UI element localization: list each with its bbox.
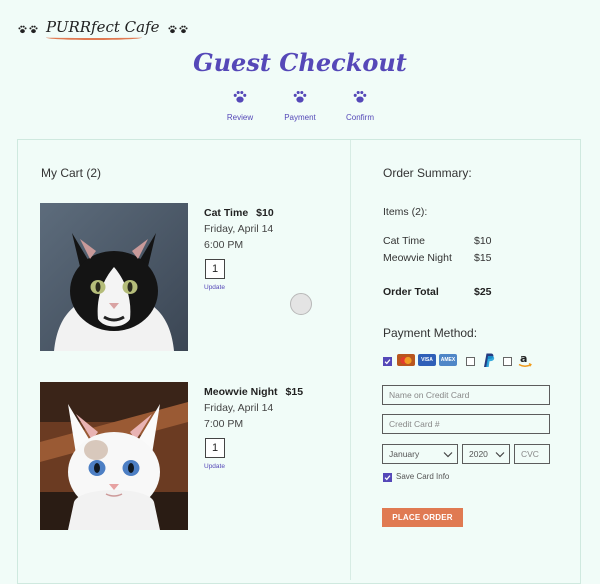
amazon-checkbox[interactable]	[503, 357, 512, 366]
brand-logo[interactable]: PURRfect Cafe	[46, 18, 160, 40]
credit-card-checkbox[interactable]	[383, 357, 392, 366]
cart-item-title: Cat Time $10	[204, 207, 274, 219]
place-order-button[interactable]: PLACE ORDER	[382, 508, 463, 527]
step-label: Review	[226, 113, 254, 122]
amazon-icon: a	[517, 352, 533, 374]
paw-icon	[233, 90, 247, 103]
paw-prints-icon	[18, 25, 38, 34]
order-total-value: $25	[474, 286, 492, 298]
cart-item-name: Cat Time	[204, 207, 249, 219]
amex-icon: AMEX	[439, 354, 457, 366]
logo-swoosh	[46, 35, 142, 40]
cat-photo	[40, 382, 188, 530]
summary-line-price: $10	[474, 235, 492, 247]
order-total-label: Order Total	[383, 286, 439, 298]
cart-item-time: 7:00 PM	[204, 418, 244, 430]
summary-line-name: Cat Time	[383, 235, 426, 247]
paypal-checkbox[interactable]	[466, 357, 475, 366]
expiry-month-select[interactable]: January	[382, 444, 458, 464]
cart-item-date: Friday, April 14	[204, 402, 274, 414]
payment-heading: Payment Method:	[383, 326, 478, 340]
paypal-icon	[480, 352, 496, 373]
summary-line-name: Meowvie Night	[383, 252, 452, 264]
brand-name-text: PURRfect Cafe	[46, 18, 160, 36]
summary-items-label: Items (2):	[383, 206, 428, 218]
chevron-down-icon	[443, 451, 453, 457]
expiry-year-select[interactable]: 2020	[462, 444, 510, 464]
cat-photo	[40, 203, 188, 351]
summary-line-price: $15	[474, 252, 492, 264]
cart-item-time: 6:00 PM	[204, 239, 244, 251]
step-confirm[interactable]: Confirm	[335, 90, 385, 122]
chevron-down-icon	[495, 451, 505, 457]
paw-icon	[353, 90, 367, 103]
cart-heading: My Cart (2)	[41, 166, 101, 180]
summary-heading: Order Summary:	[383, 166, 472, 180]
name-on-card-input[interactable]	[382, 385, 550, 405]
panel-divider	[350, 140, 351, 580]
step-payment[interactable]: Payment	[275, 90, 325, 122]
page-title: Guest Checkout	[193, 48, 407, 77]
cart-item-price: $15	[285, 386, 304, 398]
cart-item-price: $10	[256, 207, 274, 219]
svg-text:a: a	[520, 352, 527, 365]
cart-item-name: Meowvie Night	[204, 386, 278, 398]
cvc-input[interactable]	[514, 444, 550, 464]
update-link[interactable]: Update	[204, 284, 225, 291]
cart-item-title: Meowvie Night $15	[204, 386, 303, 398]
cart-item-date: Friday, April 14	[204, 223, 274, 235]
paw-icon	[293, 90, 307, 103]
step-label: Confirm	[345, 113, 374, 122]
cursor-indicator	[290, 293, 312, 315]
paw-prints-icon	[167, 25, 188, 34]
quantity-input[interactable]: 1	[205, 259, 225, 279]
card-number-input[interactable]	[382, 414, 550, 434]
brand-header: PURRfect Cafe	[18, 18, 188, 40]
year-value: 2020	[469, 449, 488, 459]
checkout-steps: Review Payment Confirm	[215, 90, 385, 122]
save-card-checkbox[interactable]	[383, 473, 392, 482]
month-value: January	[389, 449, 420, 459]
step-review[interactable]: Review	[215, 90, 265, 122]
update-link[interactable]: Update	[204, 463, 225, 470]
step-label: Payment	[284, 113, 316, 122]
save-card-label: Save Card Info	[396, 472, 450, 481]
quantity-input[interactable]: 1	[205, 438, 225, 458]
visa-icon: VISA	[418, 354, 436, 366]
mastercard-icon	[397, 354, 415, 366]
